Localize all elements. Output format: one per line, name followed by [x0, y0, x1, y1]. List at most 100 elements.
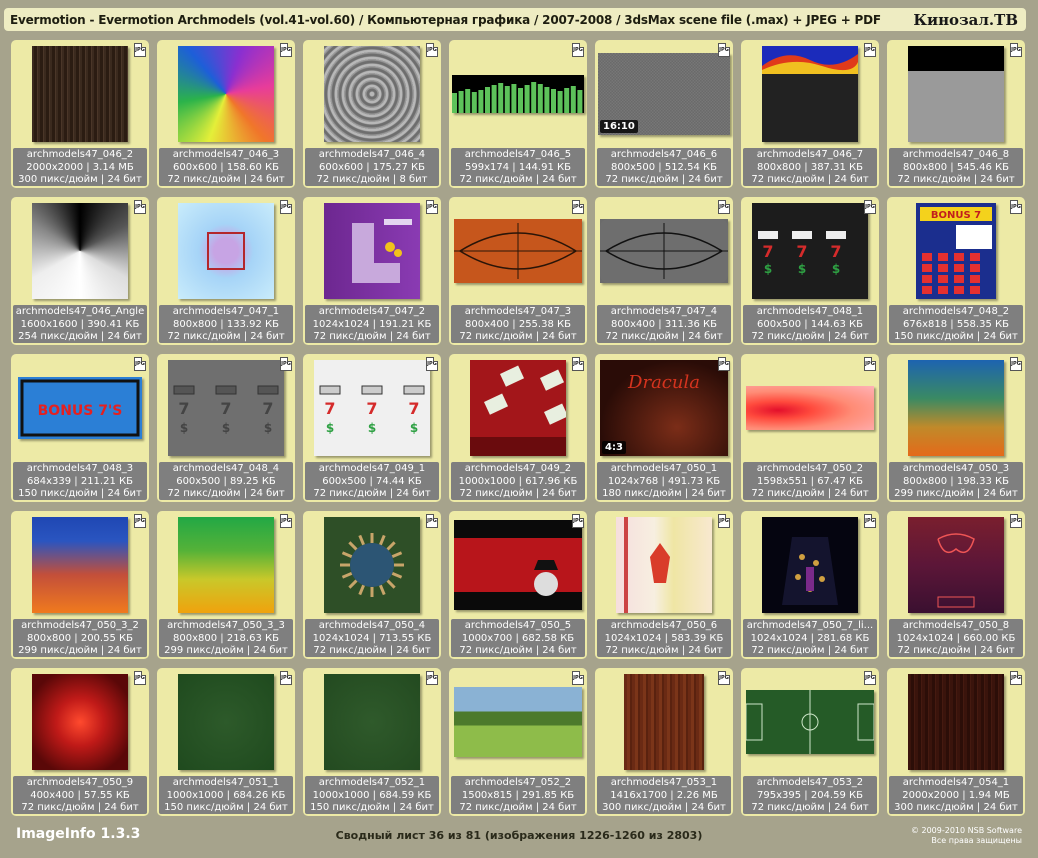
- jpg-file-icon: JPG: [134, 514, 146, 528]
- thumbnail-cell[interactable]: JPG archmodels47_050_4 1024x1024 | 713.55 …: [303, 511, 441, 659]
- thumbnail-image[interactable]: [32, 674, 128, 770]
- thumbnail-image[interactable]: 16:10: [598, 53, 730, 135]
- thumbnail-image[interactable]: [452, 75, 584, 113]
- thumbnail-image[interactable]: [324, 46, 420, 142]
- file-name: archmodels47_054_1: [902, 777, 1010, 788]
- thumbnail-cell[interactable]: JPG archmodels47_049_2 1000x1000 | 617.96 …: [449, 354, 587, 502]
- thumbnail-image[interactable]: [178, 46, 274, 142]
- thumbnail-caption: archmodels47_046_4 600x600 | 175.27 КБ 72 …: [305, 148, 439, 186]
- thumbnail-image[interactable]: [908, 360, 1004, 456]
- thumbnail-area: [11, 511, 149, 619]
- thumbnail-image[interactable]: [324, 674, 420, 770]
- thumbnail-cell[interactable]: JPG archmodels47_050_5 1000x700 | 682.58 К…: [449, 511, 587, 659]
- thumbnail-area: [449, 511, 587, 619]
- jpg-file-icon: JPG: [426, 200, 438, 214]
- thumbnail-cell[interactable]: BONUS 7 JPG archmodels47_048_2 676x818 | 55…: [887, 197, 1025, 345]
- thumbnail-image[interactable]: [324, 517, 420, 613]
- thumbnail-image[interactable]: [908, 46, 1004, 142]
- thumbnail-cell[interactable]: JPG archmodels47_046_Angle 1600x1600 | 390…: [11, 197, 149, 345]
- thumbnail-image[interactable]: [624, 674, 704, 770]
- thumbnail-cell[interactable]: JPG archmodels47_050_7_li... 1024x1024 | 2…: [741, 511, 879, 659]
- thumbnail-image[interactable]: [178, 674, 274, 770]
- thumbnail-image[interactable]: BONUS 7'S: [18, 377, 142, 439]
- thumbnail-cell[interactable]: JPG archmodels47_047_3 800x400 | 255.38 КБ…: [449, 197, 587, 345]
- thumbnail-cell[interactable]: JPG archmodels47_054_1 2000x2000 | 1.94 МБ…: [887, 668, 1025, 816]
- thumbnail-image[interactable]: [454, 687, 582, 757]
- thumbnail-cell[interactable]: Dracula 4:3 JPG archmodels47_050_1 1024x768 …: [595, 354, 733, 502]
- thumbnail-image[interactable]: [178, 517, 274, 613]
- thumbnail-image[interactable]: [616, 517, 712, 613]
- thumbnail-image[interactable]: [762, 517, 858, 613]
- thumbnail-cell[interactable]: 16:10 JPG archmodels47_046_6 800x500 | 512.…: [595, 40, 733, 188]
- thumbnail-image[interactable]: [762, 46, 858, 142]
- thumbnail-cell[interactable]: JPG archmodels47_051_1 1000x1000 | 684.26 …: [157, 668, 295, 816]
- thumbnail-cell[interactable]: JPG archmodels47_046_3 600x600 | 158.60 КБ…: [157, 40, 295, 188]
- thumbnail-cell[interactable]: JPG archmodels47_046_2 2000x2000 | 3.14 МБ…: [11, 40, 149, 188]
- thumbnail-image[interactable]: 7 $7 $7 $: [314, 360, 430, 456]
- thumbnail-cell[interactable]: JPG archmodels47_050_3 800x800 | 198.33 КБ…: [887, 354, 1025, 502]
- thumbnail-cell[interactable]: JPG archmodels47_046_4 600x600 | 175.27 КБ…: [303, 40, 441, 188]
- thumbnail-cell[interactable]: JPG archmodels47_050_6 1024x1024 | 583.39 …: [595, 511, 733, 659]
- thumbnail-image[interactable]: [32, 517, 128, 613]
- thumbnail-cell[interactable]: JPG archmodels47_046_7 800x800 | 387.31 КБ…: [741, 40, 879, 188]
- thumbnail-cell[interactable]: JPG archmodels47_050_3_2 800x800 | 200.55 …: [11, 511, 149, 659]
- thumbnail-image[interactable]: BONUS 7: [916, 203, 996, 299]
- thumbnail-cell[interactable]: JPG archmodels47_053_2 795x395 | 204.59 КБ…: [741, 668, 879, 816]
- file-name: archmodels47_050_9: [26, 777, 134, 788]
- thumbnail-area: [303, 40, 441, 148]
- file-info: 800x800 | 545.46 КБ: [903, 161, 1009, 173]
- thumbnail-image[interactable]: [32, 46, 128, 142]
- thumbnail-cell[interactable]: 7 $7 $7 $ JPG archmodels47_049_1 600x500 | 74.…: [303, 354, 441, 502]
- thumbnail-image[interactable]: 7 $7 $7 $: [752, 203, 868, 299]
- file-meta: 299 пикс/дюйм | 24 бит: [894, 488, 1018, 499]
- thumbnail-caption: archmodels47_047_3 800x400 | 255.38 КБ 72 …: [451, 305, 585, 343]
- thumbnail-cell[interactable]: JPG archmodels47_050_8 1024x1024 | 660.00 …: [887, 511, 1025, 659]
- thumbnail-cell[interactable]: JPG archmodels47_046_8 800x800 | 545.46 КБ…: [887, 40, 1025, 188]
- thumbnail-cell[interactable]: JPG archmodels47_053_1 1416x1700 | 2.26 МБ…: [595, 668, 733, 816]
- thumbnail-caption: archmodels47_046_2 2000x2000 | 3.14 МБ 300…: [13, 148, 147, 186]
- thumbnail-cell[interactable]: JPG archmodels47_047_1 800x800 | 133.92 КБ…: [157, 197, 295, 345]
- thumbnail-image[interactable]: [908, 674, 1004, 770]
- thumbnail-cell[interactable]: 7 $7 $7 $ JPG archmodels47_048_4 600x500 | 89.…: [157, 354, 295, 502]
- file-info: 600x500 | 74.44 КБ: [322, 475, 422, 487]
- thumbnail-cell[interactable]: JPG archmodels47_052_2 1500x815 | 291.85 К…: [449, 668, 587, 816]
- thumbnail-area: [157, 511, 295, 619]
- thumbnail-caption: archmodels47_047_2 1024x1024 | 191.21 КБ 7…: [305, 305, 439, 343]
- thumbnail-cell[interactable]: JPG archmodels47_050_3_3 800x800 | 218.63 …: [157, 511, 295, 659]
- thumbnail-image[interactable]: [745, 690, 875, 754]
- thumbnail-cell[interactable]: JPG archmodels47_046_5 599x174 | 144.91 КБ…: [449, 40, 587, 188]
- jpg-file-icon: JPG: [1010, 43, 1022, 57]
- thumbnail-image[interactable]: [470, 360, 569, 456]
- thumbnail-image[interactable]: 7 $7 $7 $: [168, 360, 284, 456]
- thumbnail-image[interactable]: [600, 219, 728, 283]
- thumbnail-image[interactable]: [178, 203, 274, 299]
- file-info: 795x395 | 204.59 КБ: [757, 789, 863, 801]
- thumbnail-cell[interactable]: JPG archmodels47_052_1 1000x1000 | 684.59 …: [303, 668, 441, 816]
- thumbnail-image[interactable]: [324, 203, 420, 299]
- thumbnail-area: [741, 354, 879, 462]
- thumbnail-image[interactable]: [454, 219, 582, 283]
- jpg-file-icon: JPG: [1010, 671, 1022, 685]
- thumbnail-image[interactable]: [746, 386, 874, 430]
- jpg-file-icon: JPG: [864, 200, 876, 214]
- thumbnail-area: [887, 511, 1025, 619]
- thumbnail-image[interactable]: [454, 520, 582, 610]
- thumbnail-cell[interactable]: 7 $7 $7 $ JPG archmodels47_048_1 600x500 | 144…: [741, 197, 879, 345]
- thumbnail-image[interactable]: [32, 203, 128, 299]
- thumbnail-cell[interactable]: JPG archmodels47_050_9 400x400 | 57.55 КБ 7…: [11, 668, 149, 816]
- thumbnail-caption: archmodels47_046_3 600x600 | 158.60 КБ 72 …: [159, 148, 293, 186]
- thumbnail-caption: archmodels47_050_4 1024x1024 | 713.55 КБ 7…: [305, 619, 439, 657]
- thumbnail-cell[interactable]: JPG archmodels47_047_2 1024x1024 | 191.21 …: [303, 197, 441, 345]
- file-meta: 299 пикс/дюйм | 24 бит: [164, 645, 288, 656]
- file-meta: 72 пикс/дюйм | 24 бит: [897, 645, 1015, 656]
- thumbnail-image[interactable]: [908, 517, 1004, 613]
- file-name: archmodels47_053_1: [610, 777, 718, 788]
- thumbnail-caption: archmodels47_050_3 800x800 | 198.33 КБ 299…: [889, 462, 1023, 500]
- file-info: 1416x1700 | 2.26 МБ: [610, 789, 718, 801]
- thumbnail-cell[interactable]: JPG archmodels47_050_2 1598x551 | 67.47 КБ…: [741, 354, 879, 502]
- file-name: archmodels47_053_2: [756, 777, 864, 788]
- file-name: archmodels47_046_4: [318, 149, 426, 160]
- thumbnail-cell[interactable]: BONUS 7'S JPG archmodels47_048_3 684x339 | …: [11, 354, 149, 502]
- thumbnail-image[interactable]: Dracula 4:3: [600, 360, 728, 456]
- thumbnail-cell[interactable]: JPG archmodels47_047_4 800x400 | 311.36 КБ…: [595, 197, 733, 345]
